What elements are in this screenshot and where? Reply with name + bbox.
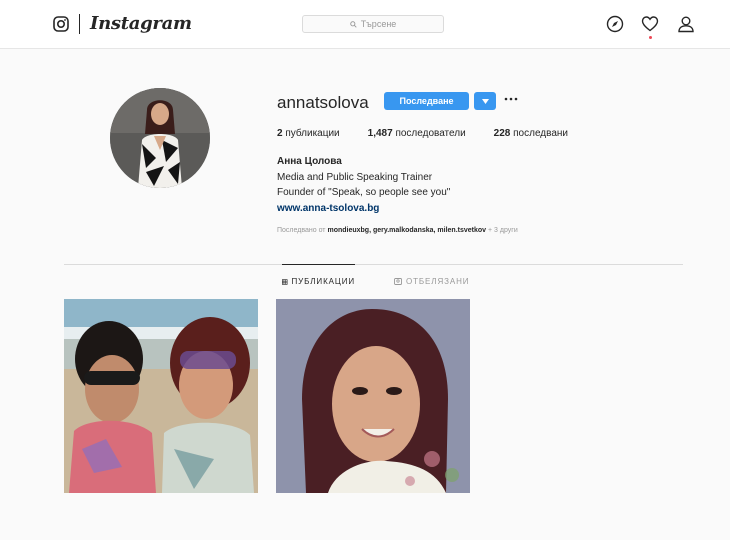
stat-posts-value: 2 xyxy=(277,128,283,139)
profile-website-link[interactable]: www.anna-tsolova.bg xyxy=(277,203,379,214)
more-dots-icon xyxy=(504,97,518,101)
profile-bio-line: Founder of "Speak, so people see you" xyxy=(277,187,451,198)
followed-by-suffix: + 3 други xyxy=(488,227,518,234)
suggestions-dropdown-button[interactable] xyxy=(474,92,496,110)
tab-tagged-label: ОТБЕЛЯЗАНИ xyxy=(406,276,470,286)
caret-down-icon xyxy=(481,98,489,104)
grid-icon xyxy=(282,278,288,285)
profile-bio-line: Media and Public Speaking Trainer xyxy=(277,172,433,183)
post-thumbnail[interactable] xyxy=(276,299,470,493)
followed-by-users: mondieuxbg, gery.malkodanska, milen.tsve… xyxy=(327,227,487,234)
stat-posts-label: публикации xyxy=(285,128,340,139)
stat-following-label: последвани xyxy=(513,128,568,139)
instagram-glyph-icon[interactable] xyxy=(53,16,69,32)
stat-following[interactable]: 228 последвани xyxy=(494,128,568,139)
profile-icon[interactable] xyxy=(677,15,695,33)
compass-icon[interactable] xyxy=(606,15,624,33)
avatar-photo xyxy=(110,88,210,188)
top-navigation-bar: Instagram Търсене xyxy=(0,0,730,49)
tab-posts[interactable]: ПУБЛИКАЦИИ xyxy=(282,264,355,298)
profile-full-name: Анна Цолова xyxy=(277,156,342,167)
heart-icon[interactable] xyxy=(641,15,659,33)
follow-button[interactable]: Последване xyxy=(384,92,469,110)
post-photo-portrait xyxy=(276,299,470,493)
followed-by-text[interactable]: Последвано от mondieuxbg, gery.malkodans… xyxy=(277,227,518,234)
search-icon xyxy=(349,20,357,28)
more-options-button[interactable] xyxy=(504,92,522,110)
search-placeholder: Търсене xyxy=(360,19,397,29)
tab-tagged[interactable]: ОТБЕЛЯЗАНИ xyxy=(394,264,469,298)
logo-separator xyxy=(79,14,80,34)
search-input[interactable]: Търсене xyxy=(302,15,444,33)
post-thumbnail[interactable] xyxy=(64,299,258,493)
profile-avatar xyxy=(110,88,210,188)
tagged-icon xyxy=(394,278,402,285)
stat-following-value: 228 xyxy=(493,128,511,139)
stat-posts: 2 публикации xyxy=(277,128,340,139)
stat-followers[interactable]: 1,487 последователи xyxy=(368,128,466,139)
instagram-logo-text[interactable]: Instagram xyxy=(90,13,192,34)
post-photo-beach-selfie xyxy=(64,299,258,493)
stat-followers-label: последователи xyxy=(395,128,466,139)
profile-username: annatsolova xyxy=(277,93,369,112)
stat-followers-value: 1,487 xyxy=(367,128,393,139)
profile-stats: 2 публикации 1,487 последователи 228 пос… xyxy=(277,128,596,139)
followed-by-prefix: Последвано от xyxy=(277,227,326,234)
notification-dot xyxy=(649,36,652,39)
tab-posts-label: ПУБЛИКАЦИИ xyxy=(291,277,355,286)
profile-divider xyxy=(64,264,683,265)
